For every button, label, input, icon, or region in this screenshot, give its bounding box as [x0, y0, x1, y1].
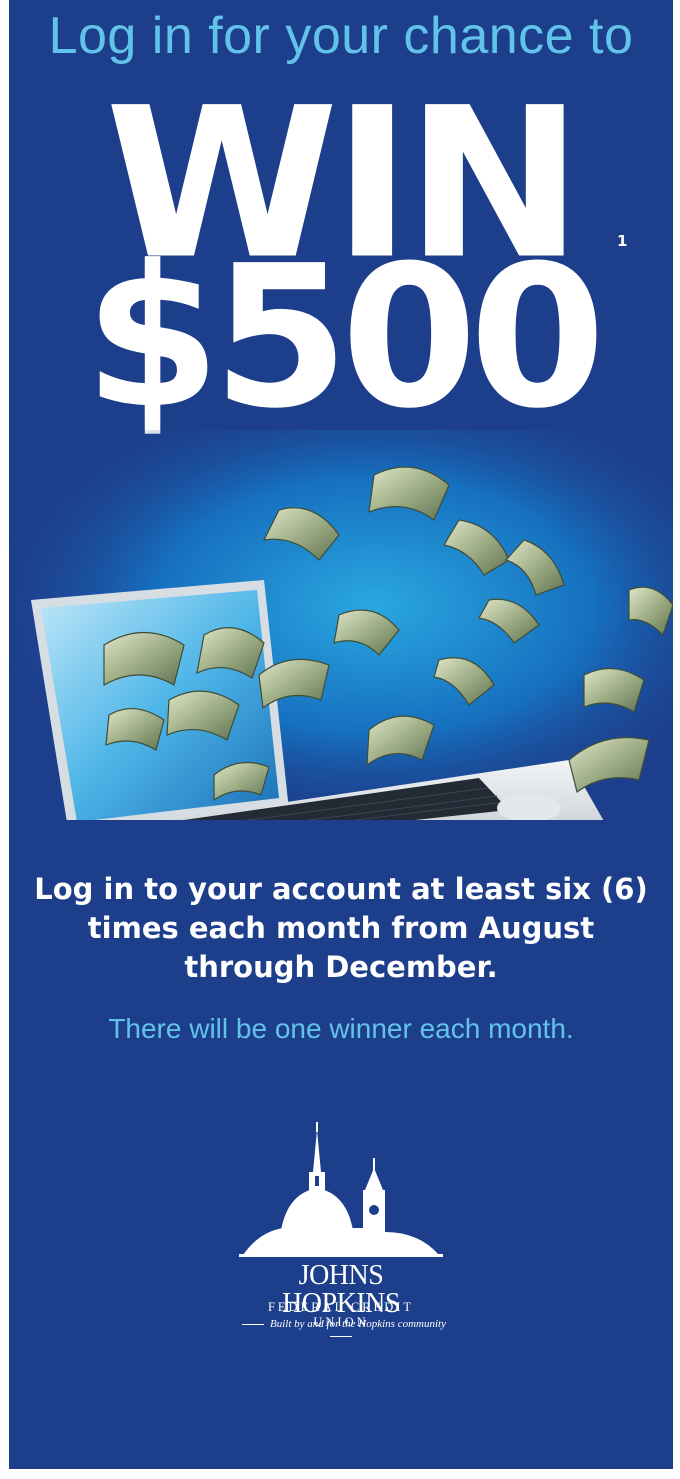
- prize-amount: $500: [84, 224, 606, 452]
- logo-tagline-row: Built by and for the Hopkins community: [229, 1318, 453, 1342]
- dome-logo-icon: [239, 1122, 443, 1257]
- instructions-text: Log in to your account at least six (6) …: [34, 872, 648, 984]
- johns-hopkins-logo[interactable]: JOHNS HOPKINS FEDERAL CREDIT UNION Built…: [239, 1120, 446, 1460]
- logo-tagline: Built by and for the Hopkins community: [270, 1318, 446, 1330]
- promo-banner[interactable]: Log in for your chance to WIN $500 1 Log…: [9, 0, 673, 1469]
- headline: Log in for your chance to: [48, 7, 634, 65]
- divider: [330, 1335, 352, 1337]
- laptop-money-illustration: [9, 430, 673, 820]
- divider: [242, 1323, 264, 1325]
- footnote-marker: 1: [617, 232, 628, 250]
- winner-note: There will be one winner each month.: [108, 1013, 574, 1044]
